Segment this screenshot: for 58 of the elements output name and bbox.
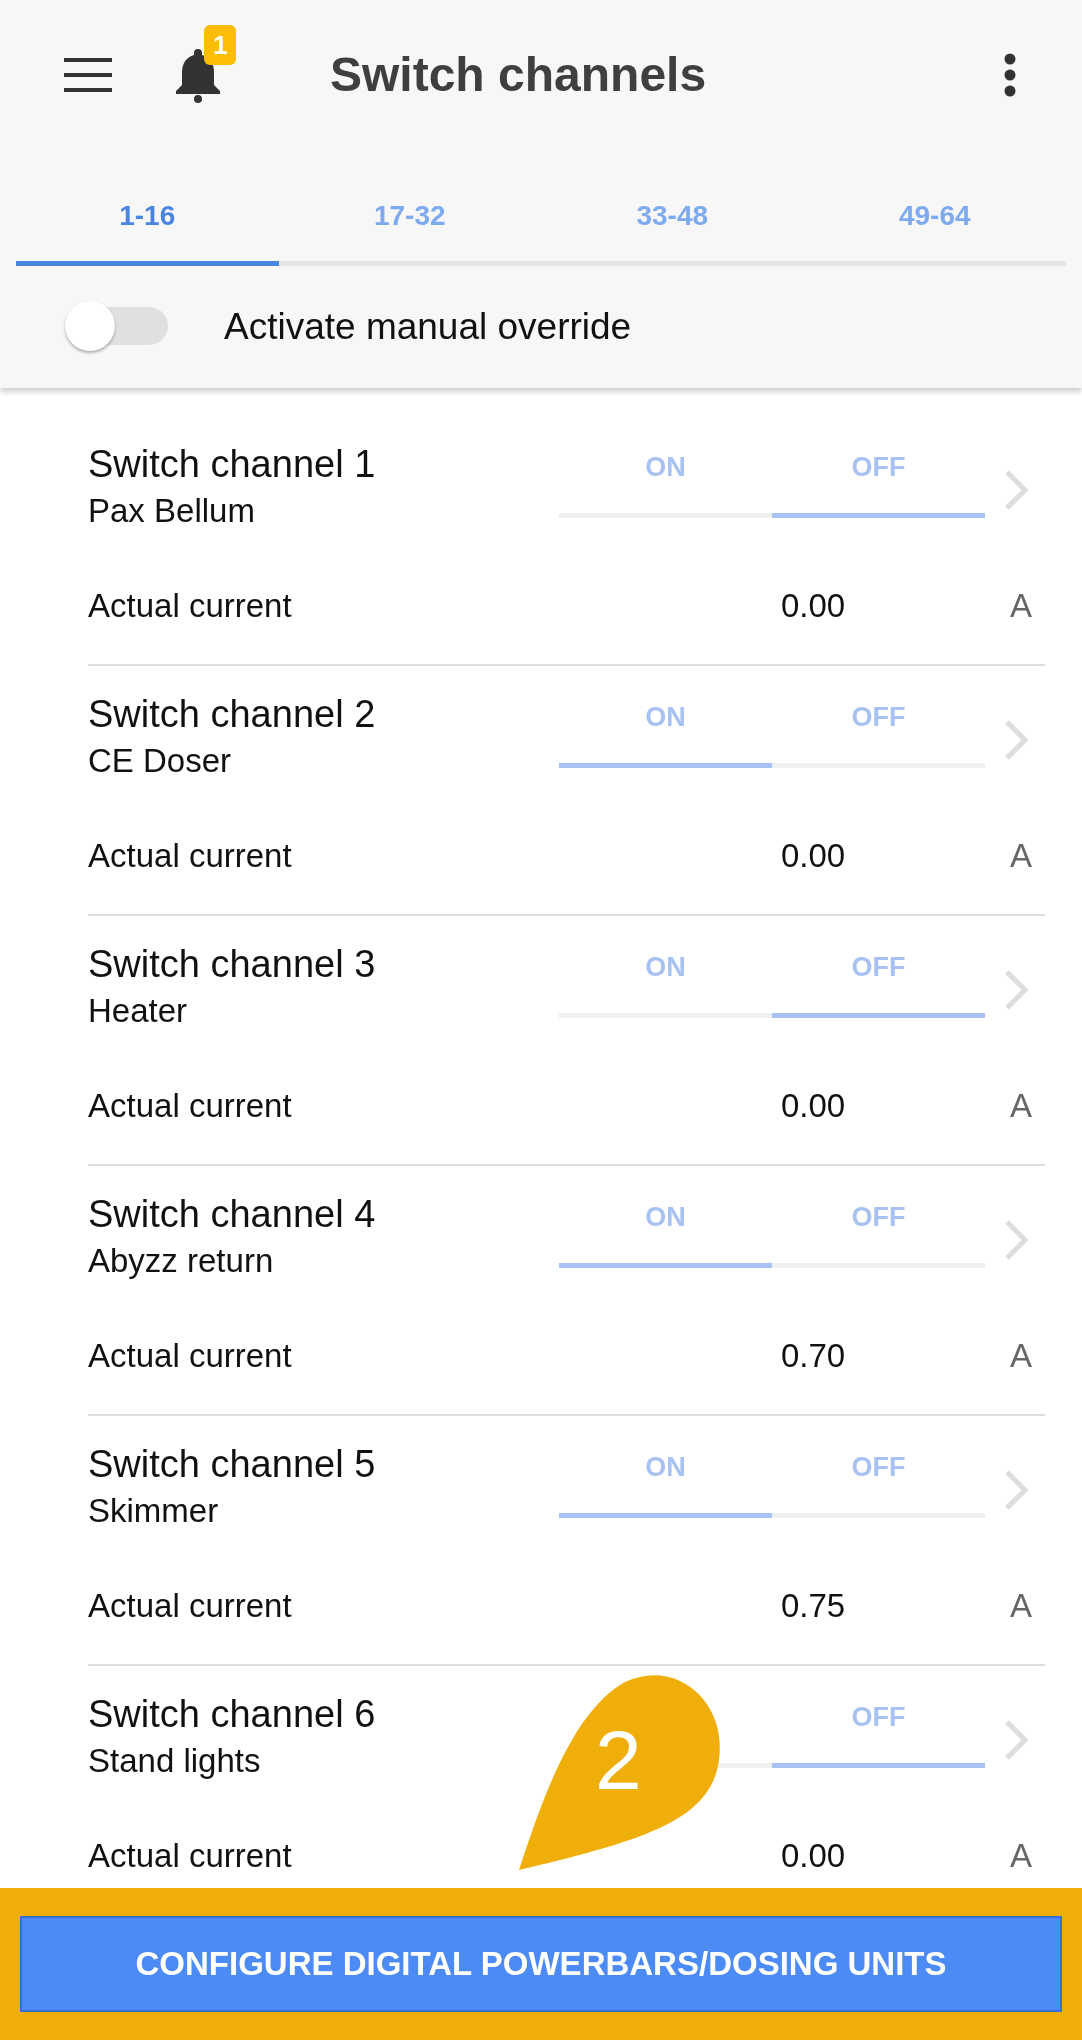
- channel-name: Switch channel 3: [88, 942, 377, 987]
- current-label: Actual current: [88, 586, 293, 627]
- on-option[interactable]: ON: [559, 946, 772, 1018]
- on-option[interactable]: ON: [559, 446, 772, 518]
- current-value: 0.75: [779, 1586, 847, 1627]
- tab[interactable]: 33-48: [541, 150, 804, 266]
- channel-name: Switch channel 6: [88, 1692, 377, 1737]
- unit-label: A: [1009, 1586, 1033, 1627]
- channel-name: Switch channel 1: [88, 442, 377, 487]
- current-value: 0.00: [779, 586, 847, 627]
- override-label: Activate manual override: [224, 305, 632, 350]
- notification-badge: 1: [204, 25, 237, 65]
- current-label: Actual current: [88, 1336, 293, 1377]
- on-option[interactable]: ON: [559, 1196, 772, 1268]
- off-option[interactable]: OFF: [772, 696, 985, 768]
- tab[interactable]: 1-16: [16, 150, 279, 266]
- current-label: Actual current: [88, 836, 293, 877]
- channel-name: Switch channel 2: [88, 692, 377, 737]
- channel-name: Switch channel 4: [88, 1192, 377, 1237]
- tab[interactable]: 49-64: [803, 150, 1066, 266]
- off-option[interactable]: OFF: [772, 1696, 985, 1768]
- off-option[interactable]: OFF: [772, 946, 985, 1018]
- device-name: Skimmer: [88, 1491, 220, 1531]
- device-name: Pax Bellum: [88, 491, 256, 531]
- off-option[interactable]: OFF: [772, 1196, 985, 1268]
- current-label: Actual current: [88, 1836, 293, 1877]
- current-value: 0.00: [779, 1836, 847, 1877]
- current-label: Actual current: [88, 1086, 293, 1127]
- device-name: CE Doser: [88, 741, 233, 781]
- current-value: 0.00: [779, 836, 847, 877]
- chevron-right-icon[interactable]: [1003, 468, 1029, 512]
- device-name: Stand lights: [88, 1741, 262, 1781]
- tab[interactable]: 17-32: [278, 150, 541, 266]
- menu-icon[interactable]: [64, 58, 112, 92]
- configure-button[interactable]: CONFIGURE DIGITAL POWERBARS/DOSING UNITS: [20, 1916, 1062, 2012]
- chevron-right-icon[interactable]: [1003, 1468, 1029, 1512]
- unit-label: A: [1009, 1836, 1033, 1877]
- chevron-right-icon[interactable]: [1003, 1218, 1029, 1262]
- channel-name: Switch channel 5: [88, 1442, 377, 1487]
- device-name: Heater: [88, 991, 189, 1031]
- unit-label: A: [1009, 586, 1033, 627]
- more-options-icon[interactable]: [1004, 53, 1016, 97]
- on-option[interactable]: ON: [559, 1446, 772, 1518]
- chevron-right-icon[interactable]: [1003, 718, 1029, 762]
- on-option[interactable]: ON: [559, 696, 772, 768]
- current-value: 0.00: [779, 1086, 847, 1127]
- page-title: Switch channels: [330, 47, 708, 103]
- off-option[interactable]: OFF: [772, 1446, 985, 1518]
- callout-number: 2: [595, 1712, 642, 1809]
- current-value: 0.70: [779, 1336, 847, 1377]
- unit-label: A: [1009, 1086, 1033, 1127]
- device-name: Abyzz return: [88, 1241, 275, 1281]
- unit-label: A: [1009, 1336, 1033, 1377]
- chevron-right-icon[interactable]: [1003, 1718, 1029, 1762]
- unit-label: A: [1009, 836, 1033, 877]
- chevron-right-icon[interactable]: [1003, 968, 1029, 1012]
- off-option[interactable]: OFF: [772, 446, 985, 518]
- current-label: Actual current: [88, 1586, 293, 1627]
